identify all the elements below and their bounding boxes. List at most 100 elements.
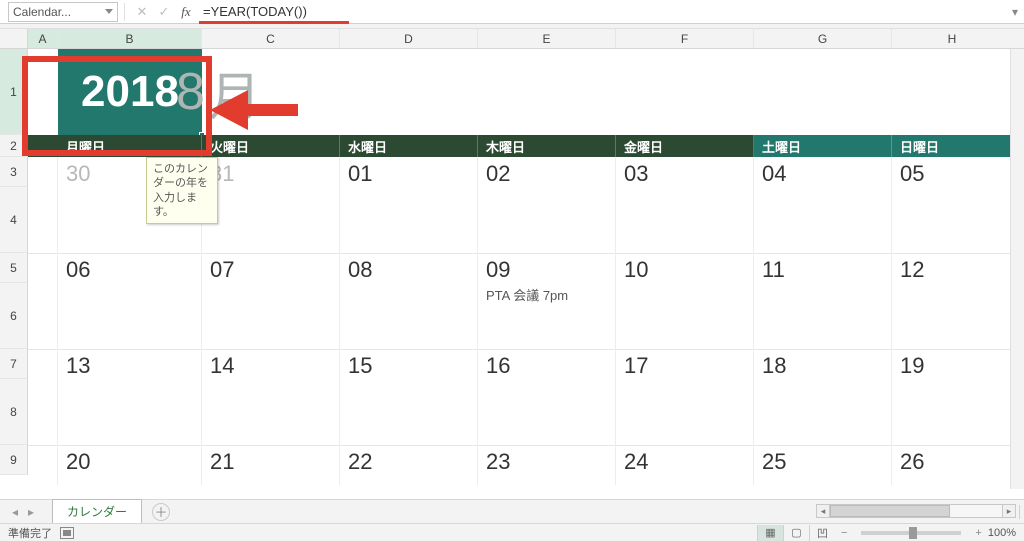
- tab-nav-first-icon[interactable]: ◂: [8, 505, 22, 519]
- weekday-thu[interactable]: 木曜日: [478, 135, 616, 157]
- accept-formula-button[interactable]: ✓: [153, 2, 175, 22]
- col-header-F[interactable]: F: [616, 29, 754, 48]
- view-page-layout-button[interactable]: ▢: [783, 525, 809, 541]
- hscroll-right-icon[interactable]: ▸: [1002, 504, 1016, 518]
- zoom-slider-knob[interactable]: [909, 527, 917, 539]
- hscroll-track[interactable]: [830, 504, 1002, 518]
- col-A-spacer[interactable]: [28, 349, 58, 445]
- row-header-5[interactable]: 5: [0, 253, 28, 283]
- weekday-fri[interactable]: 金曜日: [616, 135, 754, 157]
- col-header-D[interactable]: D: [340, 29, 478, 48]
- day-number: 17: [624, 353, 745, 379]
- weekday-tue[interactable]: 火曜日: [202, 135, 340, 157]
- view-normal-button[interactable]: ▦: [757, 525, 783, 541]
- weekday-mon[interactable]: 月曜日: [58, 135, 202, 157]
- col-header-B[interactable]: B: [58, 29, 202, 48]
- day-cell[interactable]: 13: [58, 349, 202, 445]
- day-cell[interactable]: 08: [340, 253, 478, 349]
- sheet-tab-active[interactable]: カレンダー: [52, 499, 142, 525]
- day-cell[interactable]: 07: [202, 253, 340, 349]
- vertical-scrollbar[interactable]: [1010, 49, 1024, 489]
- day-cell[interactable]: 05: [892, 157, 1024, 253]
- weekday-wed[interactable]: 水曜日: [340, 135, 478, 157]
- col-header-G[interactable]: G: [754, 29, 892, 48]
- month-number: 8: [176, 62, 205, 122]
- weekday-label: 木曜日: [486, 137, 525, 156]
- formula-input[interactable]: =YEAR(TODAY()): [197, 2, 1006, 22]
- col-header-H[interactable]: H: [892, 29, 1012, 48]
- day-cell[interactable]: 02: [478, 157, 616, 253]
- row-header-9[interactable]: 9: [0, 445, 28, 475]
- zoom-in-button[interactable]: +: [975, 527, 981, 539]
- hscroll-left-icon[interactable]: ◂: [816, 504, 830, 518]
- day-number: 26: [900, 449, 1016, 475]
- name-box[interactable]: Calendar...: [8, 2, 118, 22]
- horizontal-scrollbar[interactable]: ◂ ▸: [816, 504, 1016, 518]
- weekday-sat[interactable]: 土曜日: [754, 135, 892, 157]
- cell-comment-tooltip: このカレンダーの年を入力します。: [146, 157, 218, 224]
- formula-bar-expand-icon[interactable]: ▾: [1006, 5, 1024, 19]
- day-cell[interactable]: 18: [754, 349, 892, 445]
- day-cell[interactable]: 23: [478, 445, 616, 485]
- day-cell[interactable]: 06: [58, 253, 202, 349]
- tooltip-text: このカレンダーの年を入力します。: [153, 163, 208, 218]
- day-cell[interactable]: 10: [616, 253, 754, 349]
- day-cell[interactable]: 24: [616, 445, 754, 485]
- weekday-spacer: [28, 135, 58, 157]
- day-cell[interactable]: 21: [202, 445, 340, 485]
- tab-nav-last-icon[interactable]: ▸: [24, 505, 38, 519]
- zoom-level[interactable]: 100%: [988, 527, 1016, 539]
- day-cell[interactable]: 17: [616, 349, 754, 445]
- row-header-7[interactable]: 7: [0, 349, 28, 379]
- calendar-week-3: 13 14 15 16 17 18 19: [28, 349, 1024, 445]
- day-cell[interactable]: 04: [754, 157, 892, 253]
- col-A-spacer[interactable]: [28, 253, 58, 349]
- day-number: 18: [762, 353, 883, 379]
- day-cell[interactable]: 11: [754, 253, 892, 349]
- month-cell[interactable]: 8月: [202, 49, 261, 135]
- tab-split[interactable]: [1019, 505, 1020, 519]
- day-cell[interactable]: 19: [892, 349, 1024, 445]
- worksheet-grid[interactable]: 1 2 3 4 5 6 7 8 9 20 18 8月 月曜日 火曜日 水曜日 木曜…: [0, 49, 1024, 489]
- day-number: 13: [66, 353, 193, 379]
- day-cell[interactable]: 26: [892, 445, 1024, 485]
- zoom-out-button[interactable]: −: [841, 527, 847, 539]
- day-cell[interactable]: 20: [58, 445, 202, 485]
- name-box-dropdown-icon[interactable]: [105, 9, 113, 14]
- day-cell[interactable]: 16: [478, 349, 616, 445]
- macro-record-icon[interactable]: [60, 527, 74, 539]
- day-cell[interactable]: 01: [340, 157, 478, 253]
- col-A-spacer[interactable]: [28, 445, 58, 485]
- row-header-3[interactable]: 3: [0, 157, 28, 187]
- weekday-sun[interactable]: 日曜日: [892, 135, 1024, 157]
- day-cell[interactable]: 12: [892, 253, 1024, 349]
- day-cell[interactable]: 14: [202, 349, 340, 445]
- zoom-slider[interactable]: [861, 531, 961, 535]
- row-header-6[interactable]: 6: [0, 283, 28, 349]
- row-header-1[interactable]: 1: [0, 49, 28, 135]
- new-sheet-button[interactable]: ＋: [152, 503, 170, 521]
- cancel-formula-button[interactable]: ✕: [131, 2, 153, 22]
- day-cell[interactable]: 25: [754, 445, 892, 485]
- row-header-8[interactable]: 8: [0, 379, 28, 445]
- row-header-4[interactable]: 4: [0, 187, 28, 253]
- day-number: 01: [348, 161, 469, 187]
- col-A-spacer[interactable]: [28, 157, 58, 253]
- separator: [124, 3, 125, 21]
- col-header-B[interactable]: A: [28, 29, 58, 48]
- insert-function-button[interactable]: fx: [175, 2, 197, 22]
- day-cell[interactable]: 03: [616, 157, 754, 253]
- calendar-week-4: 20 21 22 23 24 25 26: [28, 445, 1024, 485]
- day-number: 06: [66, 257, 193, 283]
- select-all-corner[interactable]: [0, 29, 28, 48]
- day-cell[interactable]: 22: [340, 445, 478, 485]
- day-cell[interactable]: 09 PTA 会議 7pm: [478, 253, 616, 349]
- day-cell[interactable]: 31: [202, 157, 340, 253]
- col-header-E[interactable]: E: [478, 29, 616, 48]
- col-A-row1[interactable]: [28, 49, 58, 135]
- hscroll-thumb[interactable]: [830, 505, 950, 517]
- row-header-2[interactable]: 2: [0, 135, 28, 157]
- day-cell[interactable]: 15: [340, 349, 478, 445]
- col-header-C[interactable]: C: [202, 29, 340, 48]
- view-page-break-button[interactable]: 凹: [809, 525, 835, 541]
